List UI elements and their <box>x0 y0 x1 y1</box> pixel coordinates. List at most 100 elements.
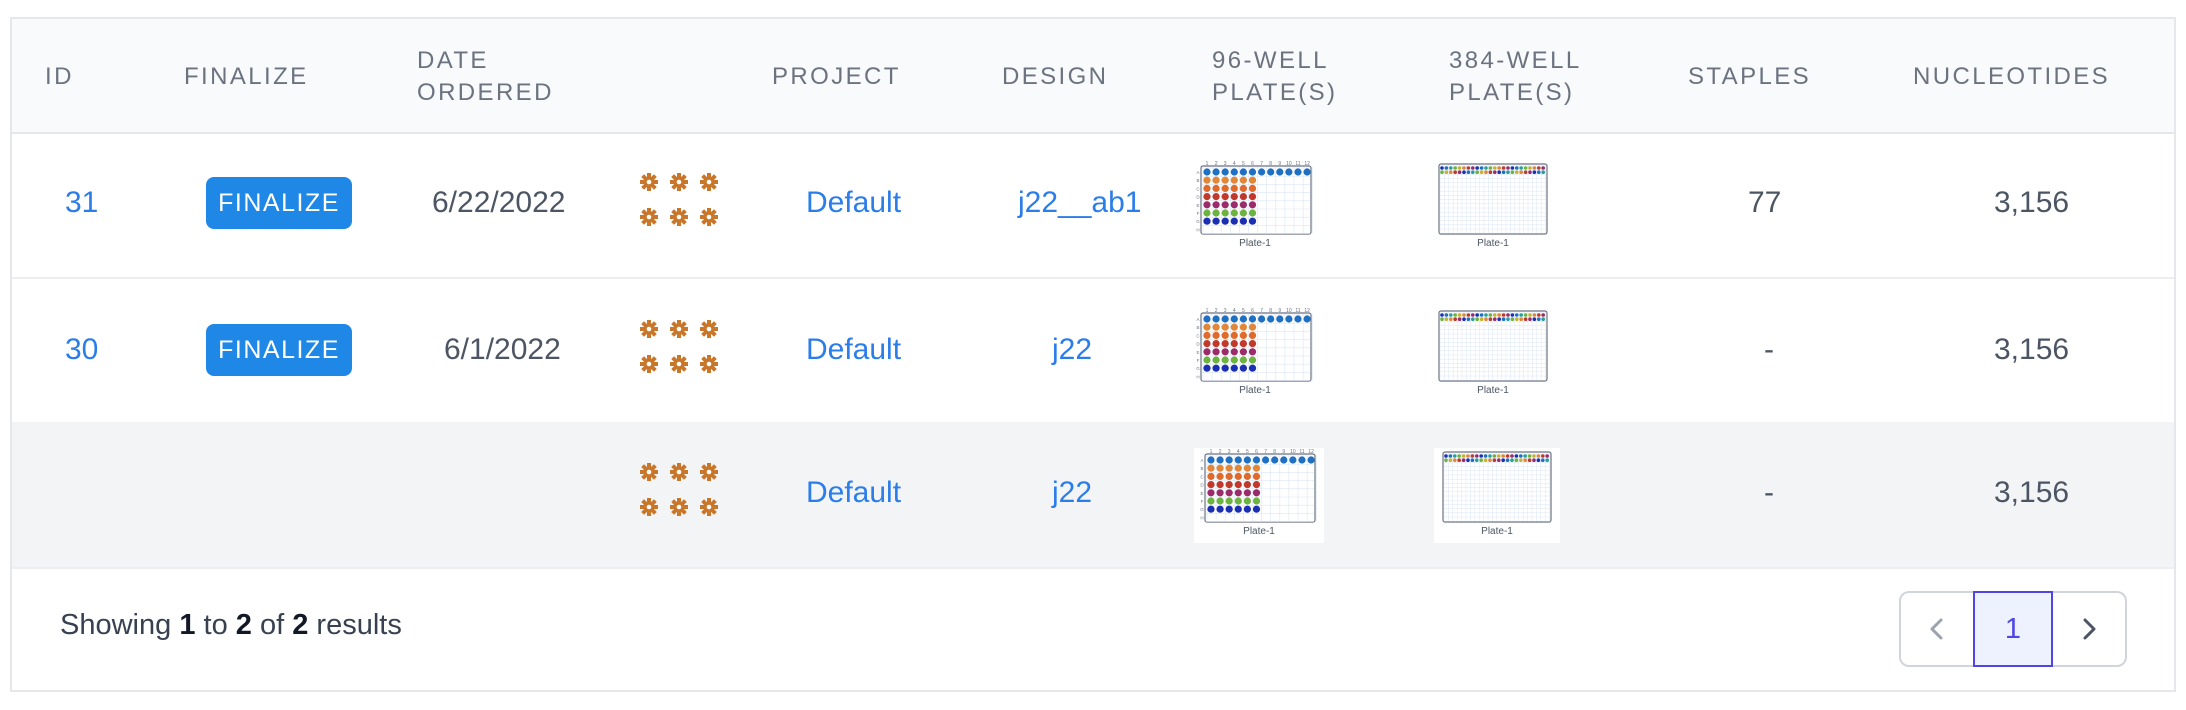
svg-text:7: 7 <box>1264 449 1267 455</box>
summary-showing: Showing <box>60 609 172 641</box>
plate-384-thumbnail[interactable]: Plate-1 <box>1434 448 1560 543</box>
svg-text:10: 10 <box>1286 308 1292 314</box>
nucleotides-count: 3,156 <box>1994 186 2070 219</box>
svg-text:E: E <box>1200 491 1203 496</box>
col-384-line2: PLATE(S) <box>1449 79 1575 106</box>
pagination: 1 <box>1899 591 2127 667</box>
svg-text:H: H <box>1200 515 1203 520</box>
staples-count: 77 <box>1748 186 1782 219</box>
svg-text:11: 11 <box>1299 449 1304 455</box>
svg-text:2: 2 <box>1215 308 1218 314</box>
design-link[interactable]: j22 <box>1052 473 1092 513</box>
row-id-link[interactable]: 30 <box>65 330 98 370</box>
plate-384-thumbnail[interactable]: Plate-1 <box>1434 307 1552 402</box>
chevron-right-icon <box>2083 618 2096 640</box>
summary-results-word: results <box>316 609 402 641</box>
col-project[interactable]: PROJECT <box>772 61 901 93</box>
svg-text:B: B <box>1200 466 1203 471</box>
gear-icon <box>700 320 718 338</box>
svg-text:12: 12 <box>1304 161 1310 167</box>
table-header: ID FINALIZE DATE ORDERED PROJECT DESIGN … <box>12 19 2174 134</box>
svg-text:10: 10 <box>1286 161 1292 167</box>
gear-icon <box>640 463 658 481</box>
svg-text:2: 2 <box>1219 449 1222 455</box>
col-finalize[interactable]: FINALIZE <box>184 61 309 93</box>
svg-text:H: H <box>1196 227 1199 232</box>
gear-icon <box>640 355 658 373</box>
chevron-left-icon <box>1930 618 1943 640</box>
finalize-button[interactable]: FINALIZE <box>206 177 352 229</box>
gear-icon <box>640 498 658 516</box>
svg-text:E: E <box>1196 350 1199 355</box>
summary-from: 1 <box>179 609 196 641</box>
page-button-current[interactable]: 1 <box>1973 591 2053 667</box>
gear-icon <box>700 498 718 516</box>
plate-label: Plate-1 <box>1239 238 1271 249</box>
row-id-link[interactable]: 31 <box>65 183 98 223</box>
design-link[interactable]: j22__ab1 <box>1018 183 1141 223</box>
gear-icon <box>640 320 658 338</box>
design-link[interactable]: j22 <box>1052 330 1092 370</box>
col-96-line1: 96-WELL <box>1212 47 1329 74</box>
project-link[interactable]: Default <box>806 473 901 513</box>
svg-text:1: 1 <box>1210 449 1213 455</box>
table-row: 31 FINALIZE 6/22/2022 Default j22__ab1 1… <box>12 132 2174 279</box>
col-96-line2: PLATE(S) <box>1212 79 1338 106</box>
finalize-button[interactable]: FINALIZE <box>206 324 352 376</box>
col-id[interactable]: ID <box>45 61 74 93</box>
gear-icon <box>700 208 718 226</box>
gear-icon <box>700 355 718 373</box>
gear-icon <box>670 173 688 191</box>
svg-text:10: 10 <box>1290 449 1296 455</box>
svg-text:9: 9 <box>1278 161 1281 167</box>
project-link[interactable]: Default <box>806 183 901 223</box>
col-date-line2: ORDERED <box>417 79 554 106</box>
svg-text:G: G <box>1200 507 1204 512</box>
svg-text:4: 4 <box>1233 161 1236 167</box>
svg-text:12: 12 <box>1308 449 1314 455</box>
svg-text:8: 8 <box>1273 449 1276 455</box>
svg-text:C: C <box>1200 474 1204 479</box>
col-384-well[interactable]: 384-WELL PLATE(S) <box>1449 45 1582 109</box>
next-page-button[interactable] <box>2053 593 2125 665</box>
svg-text:A: A <box>1196 317 1199 322</box>
svg-text:6: 6 <box>1255 449 1258 455</box>
svg-text:4: 4 <box>1237 449 1240 455</box>
project-link[interactable]: Default <box>806 330 901 370</box>
svg-text:F: F <box>1201 499 1204 504</box>
nucleotides-count: 3,156 <box>1994 333 2070 366</box>
svg-text:A: A <box>1200 458 1203 463</box>
prev-page-button[interactable] <box>1901 593 1973 665</box>
plate-384-thumbnail[interactable]: Plate-1 <box>1434 160 1552 255</box>
svg-text:G: G <box>1196 366 1200 371</box>
staples-count: - <box>1764 476 1774 509</box>
svg-text:2: 2 <box>1215 161 1218 167</box>
gear-icon <box>670 208 688 226</box>
svg-text:H: H <box>1196 374 1199 379</box>
summary-to: 2 <box>235 609 252 641</box>
svg-text:9: 9 <box>1282 449 1285 455</box>
col-nucleotides[interactable]: NUCLEOTIDES <box>1913 61 2110 93</box>
results-summary: Showing 1 to 2 of 2 results <box>60 609 402 642</box>
nucleotides-count: 3,156 <box>1994 476 2070 509</box>
gear-icon <box>700 173 718 191</box>
svg-text:3: 3 <box>1224 308 1227 314</box>
plate-96-thumbnail[interactable]: 1 2 3 4 5 6 7 8 9 10 11 12 A B C D E F G H Plate-1 <box>1194 160 1316 255</box>
svg-text:B: B <box>1196 325 1199 330</box>
col-date-ordered[interactable]: DATE ORDERED <box>417 45 554 109</box>
table-row: 30 FINALIZE 6/1/2022 Default j22 1234567… <box>12 277 2174 424</box>
svg-text:5: 5 <box>1246 449 1249 455</box>
col-design[interactable]: DESIGN <box>1002 61 1108 93</box>
col-96-well[interactable]: 96-WELL PLATE(S) <box>1212 45 1337 109</box>
plate-96-thumbnail[interactable]: 1 2 3 4 5 6 7 8 9 10 11 12 A B C D E F G H Plate-1 <box>1194 307 1316 402</box>
gear-icon <box>670 463 688 481</box>
col-staples[interactable]: STAPLES <box>1688 61 1811 93</box>
plate-label: Plate-1 <box>1477 385 1509 396</box>
table-footer: Showing 1 to 2 of 2 results 1 <box>12 567 2174 692</box>
summary-of-word: of <box>259 609 285 641</box>
plate-96-thumbnail[interactable]: 1 2 3 4 5 6 7 8 9 10 11 12 A B C D E F G H Plate-1 <box>1194 448 1324 543</box>
svg-text:7: 7 <box>1260 308 1263 314</box>
gear-icon-group <box>639 319 729 379</box>
gear-icon-group <box>639 172 729 232</box>
plate-label: Plate-1 <box>1243 526 1275 537</box>
